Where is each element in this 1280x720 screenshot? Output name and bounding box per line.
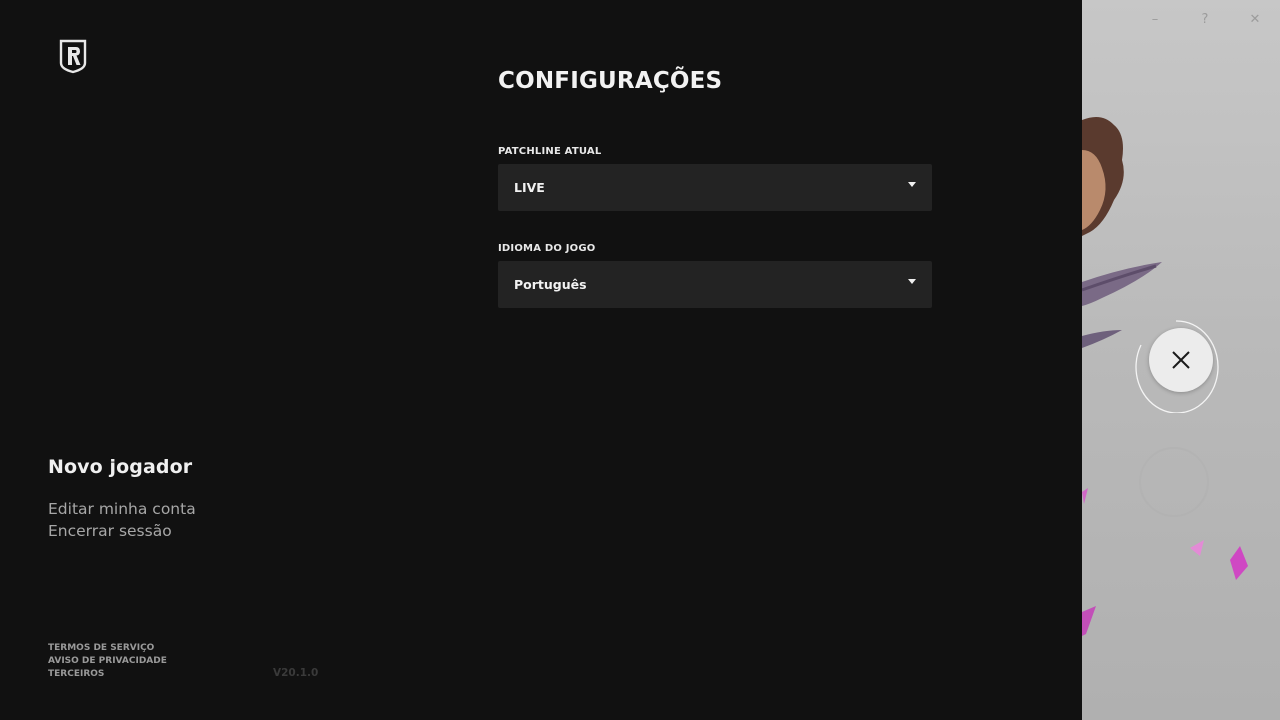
sign-out-link[interactable]: Encerrar sessão [48, 520, 348, 542]
player-name: Novo jogador [48, 456, 193, 478]
caret-down-icon [908, 279, 916, 284]
privacy-notice-link[interactable]: AVISO DE PRIVACIDADE [48, 655, 167, 668]
profile-section: Novo jogador Editar minha conta Encerrar… [48, 456, 348, 542]
edit-account-link[interactable]: Editar minha conta [48, 498, 348, 520]
patchline-label: PATCHLINE ATUAL [498, 146, 602, 157]
version-label: V20.1.0 [273, 667, 319, 679]
terms-of-service-link[interactable]: TERMOS DE SERVIÇO [48, 642, 167, 655]
settings-panel: CONFIGURAÇÕES PATCHLINE ATUAL LIVE IDIOM… [498, 68, 932, 340]
caret-down-icon [908, 182, 916, 187]
close-settings-button[interactable] [1149, 328, 1213, 392]
page-title: CONFIGURAÇÕES [498, 68, 723, 94]
patchline-value: LIVE [514, 180, 545, 195]
minimize-button[interactable]: – [1146, 10, 1164, 28]
window-close-button[interactable]: ✕ [1246, 10, 1264, 28]
language-dropdown[interactable]: Português [498, 261, 932, 308]
patchline-dropdown[interactable]: LIVE [498, 164, 932, 211]
splash-art-panel: – ? ✕ [1082, 0, 1280, 720]
riot-r-logo-icon [59, 39, 87, 74]
language-label: IDIOMA DO JOGO [498, 243, 596, 254]
close-icon [1172, 351, 1190, 369]
help-button[interactable]: ? [1196, 10, 1214, 28]
language-value: Português [514, 277, 587, 292]
third-parties-link[interactable]: TERCEIROS [48, 668, 167, 681]
legal-links: TERMOS DE SERVIÇO AVISO DE PRIVACIDADE T… [48, 642, 167, 681]
